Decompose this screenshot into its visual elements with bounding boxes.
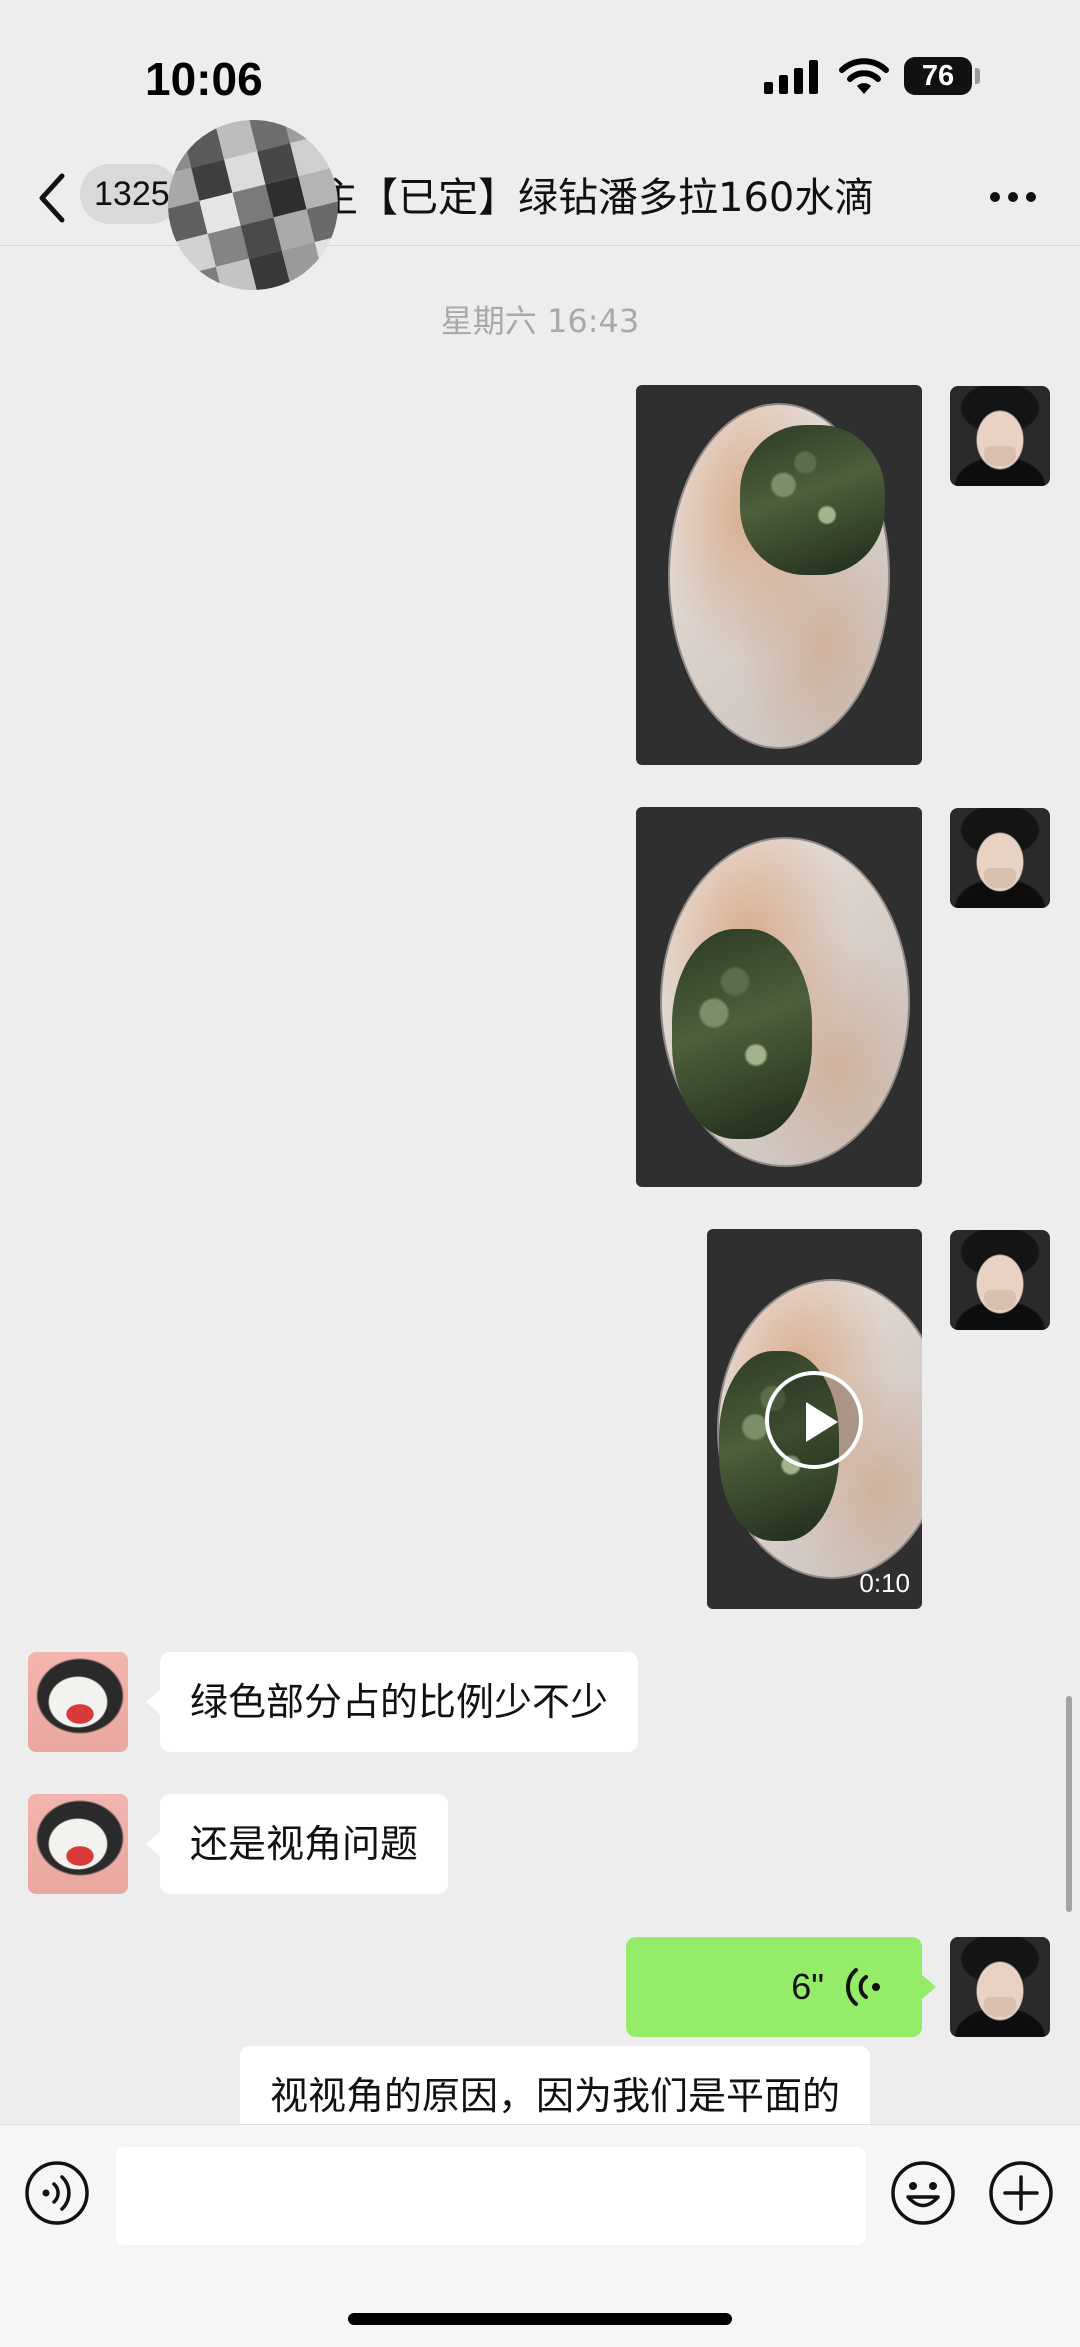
voice-mode-icon[interactable]: [24, 2160, 90, 2226]
scroll-indicator[interactable]: [1066, 1696, 1072, 1912]
contact-avatar[interactable]: [28, 1652, 128, 1752]
battery-level: 76: [921, 60, 955, 92]
ellipsis-icon[interactable]: [988, 184, 1038, 210]
stone-slab-image: [660, 837, 910, 1167]
emoji-icon[interactable]: [890, 2160, 956, 2226]
play-icon[interactable]: [765, 1371, 863, 1469]
wifi-icon: [839, 58, 889, 94]
voice-duration: 6": [791, 1966, 824, 2007]
image-message[interactable]: [636, 385, 922, 765]
message-timestamp: 星期六 16:43: [440, 302, 640, 340]
my-avatar[interactable]: [950, 808, 1050, 908]
my-avatar[interactable]: [950, 386, 1050, 486]
my-avatar[interactable]: [950, 1230, 1050, 1330]
battery-icon: 76: [904, 57, 972, 95]
stone-slab-image: [668, 403, 890, 749]
video-duration: 0:10: [859, 1568, 910, 1598]
text-message[interactable]: 还是视角问题: [145, 1794, 449, 1894]
green-crystal-area: [740, 425, 885, 575]
home-indicator[interactable]: [348, 2313, 732, 2325]
battery-cap: [975, 68, 980, 84]
chat-title[interactable]: 主【已定】绿钻潘多拉160水滴: [318, 170, 874, 226]
status-time: 10:06: [145, 53, 263, 105]
cellular-signal-icon: [764, 60, 818, 94]
text-message[interactable]: 绿色部分占的比例少不少: [145, 1652, 639, 1752]
image-message[interactable]: [636, 807, 922, 1187]
my-avatar[interactable]: [950, 1937, 1050, 2037]
green-crystal-area: [672, 929, 812, 1139]
message-input[interactable]: [116, 2147, 866, 2245]
voice-message[interactable]: 6": [626, 1937, 936, 2037]
chevron-left-icon[interactable]: [34, 170, 68, 226]
status-bar: 10:06 76: [0, 0, 1080, 150]
contact-avatar[interactable]: [28, 1794, 128, 1894]
voice-wave-icon: [846, 1968, 880, 2006]
video-message[interactable]: 0:10: [707, 1229, 922, 1609]
plus-circle-icon[interactable]: [988, 2160, 1054, 2226]
unread-count-badge[interactable]: 1325: [80, 164, 180, 224]
chat-header: 1325 主【已定】绿钻潘多拉160水滴: [0, 101, 1080, 309]
